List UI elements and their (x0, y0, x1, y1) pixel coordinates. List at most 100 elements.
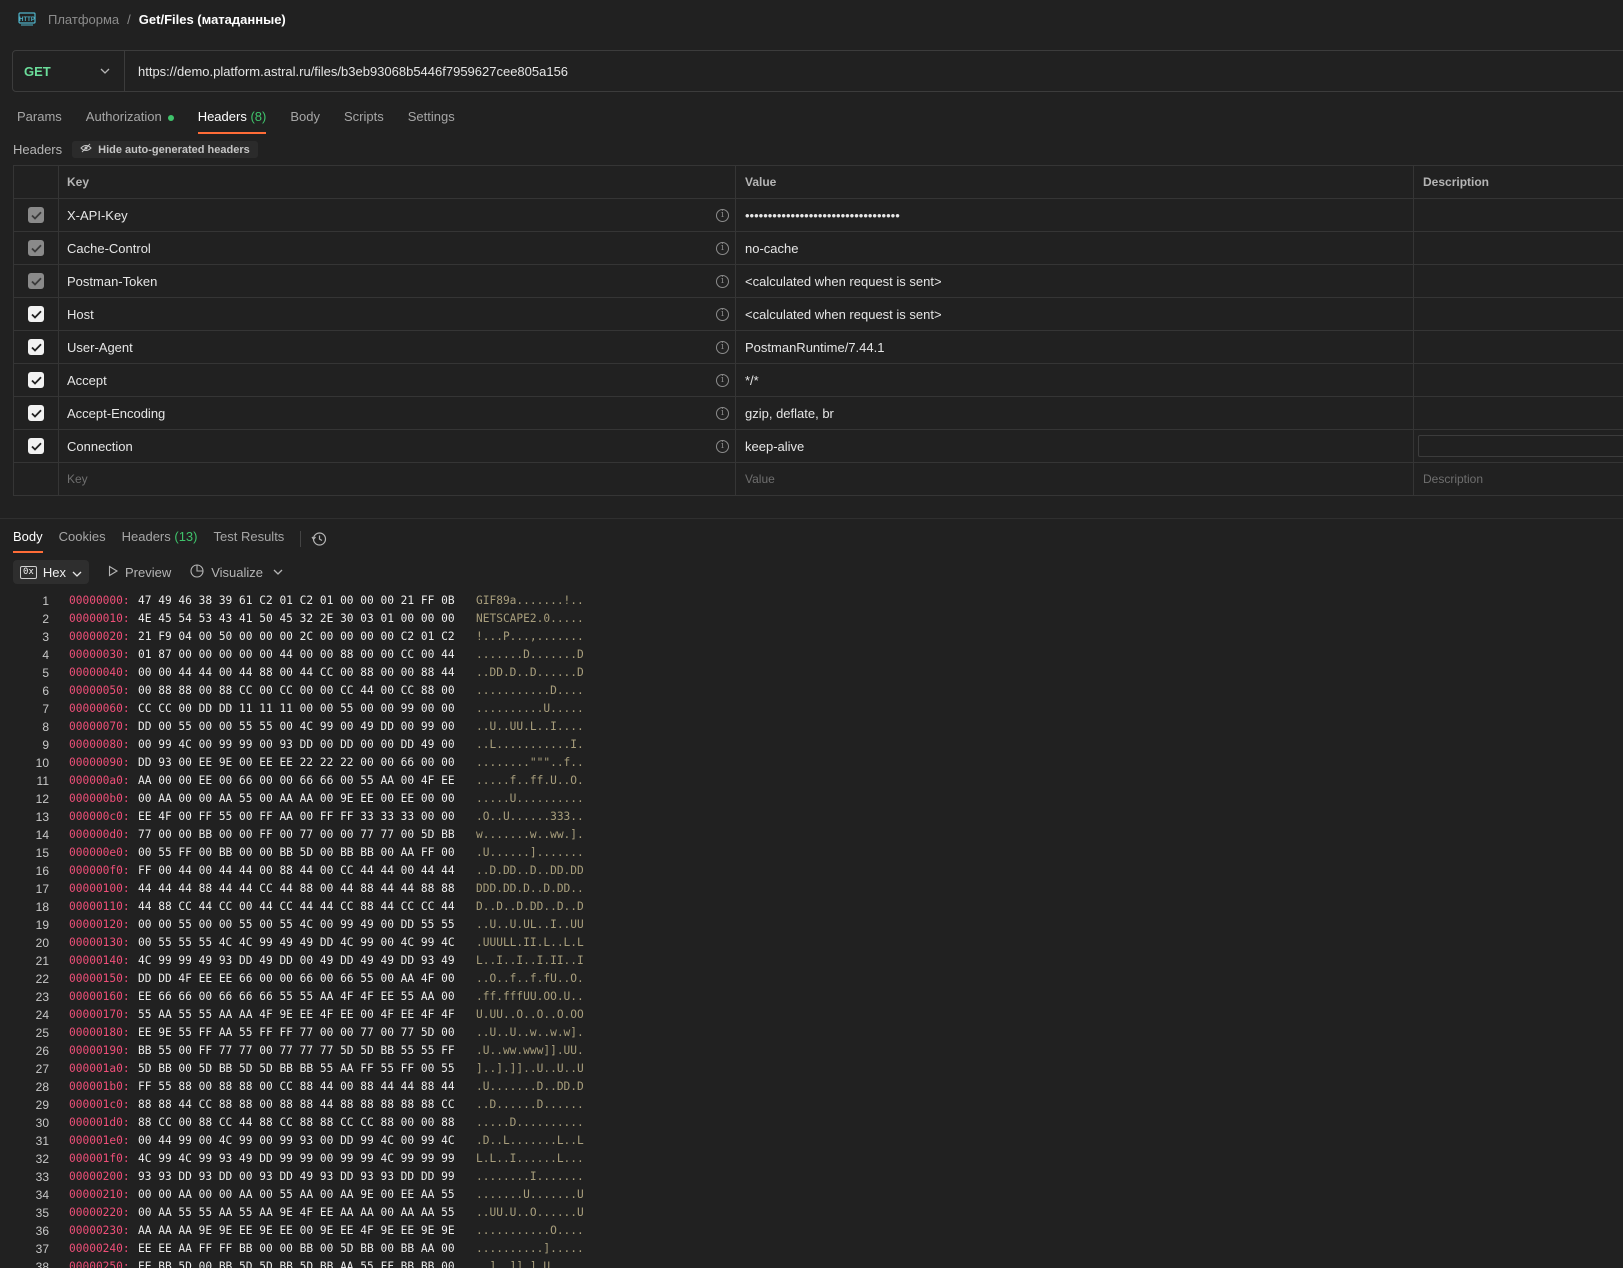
line-number: 25 (35, 1026, 49, 1040)
info-icon[interactable]: i (716, 439, 729, 453)
panel-divider[interactable] (0, 518, 1623, 519)
value-cell[interactable]: <calculated when request is sent> (736, 265, 1414, 297)
description-cell[interactable] (1414, 397, 1623, 429)
line-number: 38 (35, 1260, 49, 1268)
enable-checkbox[interactable] (28, 438, 44, 454)
key-cell[interactable]: Accept-Encoding i (59, 397, 736, 429)
hex-bytes: DD 93 00 EE 9E 00 EE EE 22 22 22 00 00 6… (138, 756, 455, 769)
history-icon[interactable] (311, 531, 327, 547)
hex-viewer[interactable]: 1 00000000: 47 49 46 38 39 61 C2 01 C2 01 … (0, 592, 1623, 1268)
hex-line: 16 000000f0: FF 00 44 00 44 44 00 88 44 00… (0, 862, 1623, 880)
enable-checkbox[interactable] (28, 207, 44, 223)
hex-ascii: ..D......D...... (476, 1098, 584, 1111)
tab-label: Scripts (343, 109, 384, 124)
key-cell[interactable]: User-Agent i (59, 331, 736, 363)
response-tab-headers[interactable]: Headers (13) (122, 525, 198, 553)
hex-ascii: ........"""..f.. (476, 756, 584, 769)
value-cell[interactable]: */* (736, 364, 1414, 396)
info-icon[interactable]: i (716, 208, 729, 222)
new-description-input[interactable]: Description (1414, 463, 1623, 495)
enable-checkbox[interactable] (28, 240, 44, 256)
tab-authorization[interactable]: Authorization (86, 104, 174, 134)
visualize-button[interactable]: Visualize (189, 563, 263, 582)
enable-checkbox[interactable] (28, 273, 44, 289)
description-cell[interactable] (1414, 265, 1623, 297)
breadcrumb-parent[interactable]: Платформа (48, 12, 119, 27)
hex-bytes: 21 F9 04 00 50 00 00 00 2C 00 00 00 00 C… (138, 630, 455, 643)
value-cell[interactable]: no-cache (736, 232, 1414, 264)
url-input[interactable] (125, 51, 1623, 91)
value-cell[interactable]: <calculated when request is sent> (736, 298, 1414, 330)
hex-ascii: .O..U......333.. (476, 810, 584, 823)
tab-body[interactable]: Body (290, 104, 320, 134)
description-cell[interactable] (1414, 364, 1623, 396)
description-cell[interactable] (1414, 331, 1623, 363)
response-tab-cookies[interactable]: Cookies (59, 525, 106, 553)
new-key-input[interactable]: Key (59, 463, 736, 495)
key-cell[interactable]: X-API-Key i (59, 199, 736, 231)
response-tab-body[interactable]: Body (13, 525, 43, 553)
hex-offset: 000000e0: (69, 846, 130, 859)
enable-checkbox[interactable] (28, 372, 44, 388)
hex-offset: 00000230: (69, 1224, 130, 1237)
info-icon[interactable]: i (716, 307, 729, 321)
hex-bytes: EE 4F 00 FF 55 00 FF AA 00 FF FF 33 33 3… (138, 810, 455, 823)
info-icon[interactable]: i (716, 274, 729, 288)
hex-bytes: DD DD 4F EE EE 66 00 00 66 00 66 55 00 A… (138, 972, 455, 985)
hex-ascii: ..U..UU.L..I.... (476, 720, 584, 733)
method-select[interactable]: GET (13, 51, 125, 91)
response-tab-test-results[interactable]: Test Results (214, 525, 285, 553)
tab-settings[interactable]: Settings (408, 104, 455, 134)
description-cell[interactable] (1414, 199, 1623, 231)
line-number: 2 (42, 612, 49, 626)
line-number: 34 (35, 1188, 49, 1202)
hide-auto-headers-button[interactable]: Hide auto-generated headers (72, 141, 258, 158)
hex-line: 2 00000010: 4E 45 54 53 43 41 50 45 32 2E … (0, 610, 1623, 628)
hex-offset: 00000170: (69, 1008, 130, 1021)
description-cell[interactable] (1414, 298, 1623, 330)
tab-headers[interactable]: Headers (8) (197, 104, 266, 134)
description-input[interactable] (1418, 435, 1623, 457)
new-value-input[interactable]: Value (736, 463, 1414, 495)
hex-ascii: ..........U..... (476, 702, 584, 715)
description-cell[interactable] (1414, 430, 1623, 462)
tab-label: Cookies (58, 529, 106, 544)
method-label: GET (24, 63, 51, 79)
tab-scripts[interactable]: Scripts (344, 104, 384, 134)
hex-bytes: 00 00 AA 00 00 AA 00 55 AA 00 AA 9E 00 E… (138, 1188, 455, 1201)
hex-offset: 00000100: (69, 882, 130, 895)
value-cell[interactable]: •••••••••••••••••••••••••••••••••• (736, 199, 1414, 231)
value-cell[interactable]: keep-alive (736, 430, 1414, 462)
key-cell[interactable]: Host i (59, 298, 736, 330)
info-icon[interactable]: i (716, 373, 729, 387)
hex-offset: 00000010: (69, 612, 130, 625)
tab-params[interactable]: Params (17, 104, 62, 134)
enable-checkbox[interactable] (28, 339, 44, 355)
chevron-down-icon[interactable] (273, 567, 283, 578)
key-cell[interactable]: Accept i (59, 364, 736, 396)
line-number: 19 (35, 918, 49, 932)
hex-line: 6 00000050: 00 88 88 00 88 CC 00 CC 00 00 … (0, 682, 1623, 700)
info-icon[interactable]: i (716, 241, 729, 255)
format-select[interactable]: 0x Hex (13, 560, 89, 584)
info-icon[interactable]: i (716, 340, 729, 354)
hex-bytes: FF 55 88 00 88 88 00 CC 88 44 00 88 44 4… (138, 1080, 455, 1093)
description-cell[interactable] (1414, 232, 1623, 264)
info-icon[interactable]: i (716, 406, 729, 420)
line-number: 35 (35, 1206, 49, 1220)
hex-bytes: 00 00 55 00 00 55 00 55 4C 00 99 49 00 D… (138, 918, 455, 931)
enable-checkbox[interactable] (28, 306, 44, 322)
value-cell[interactable]: gzip, deflate, br (736, 397, 1414, 429)
key-cell[interactable]: Cache-Control i (59, 232, 736, 264)
preview-button[interactable]: Preview (107, 565, 171, 580)
key-cell[interactable]: Postman-Token i (59, 265, 736, 297)
hex-line: 20 00000130: 00 55 55 55 4C 4C 99 49 49 DD… (0, 934, 1623, 952)
request-title[interactable]: Get/Files (матаданные) (139, 12, 286, 27)
value-cell[interactable]: PostmanRuntime/7.44.1 (736, 331, 1414, 363)
header-key: Cache-Control (67, 240, 151, 256)
hex-ascii: ...........O.... (476, 1224, 584, 1237)
hex-offset: 000000b0: (69, 792, 130, 805)
body-toolbar: 0x Hex Preview Visualize (13, 560, 283, 584)
enable-checkbox[interactable] (28, 405, 44, 421)
key-cell[interactable]: Connection i (59, 430, 736, 462)
